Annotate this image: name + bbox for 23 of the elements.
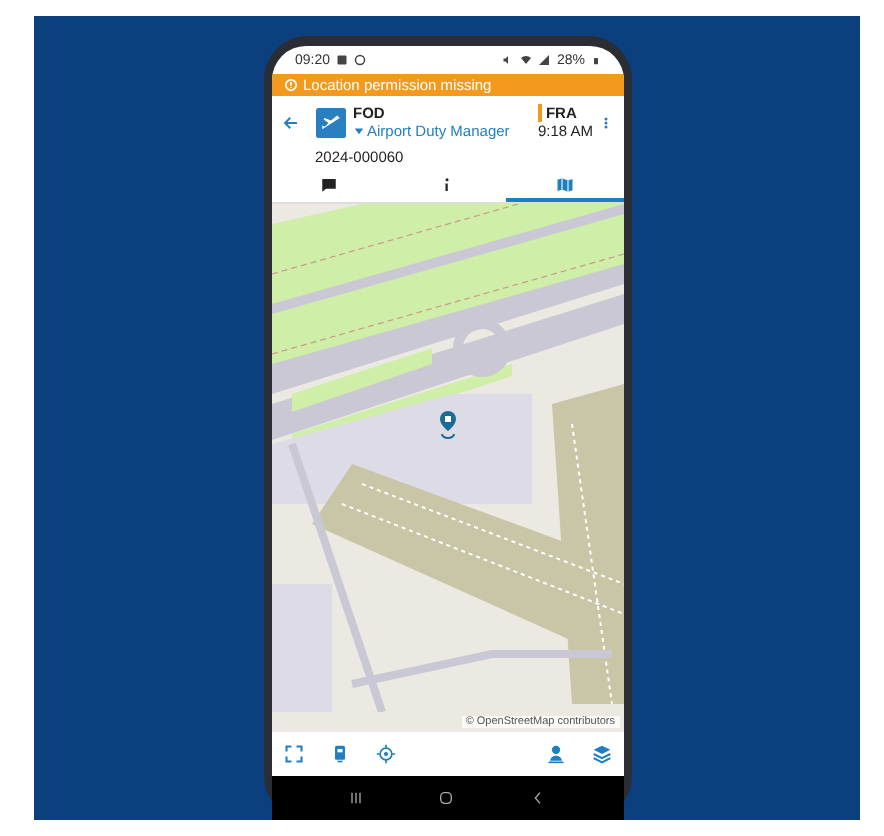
layers-button[interactable]	[591, 744, 611, 764]
back-icon[interactable]	[529, 790, 546, 806]
plane-tag-icon	[315, 107, 345, 137]
badge-icon	[329, 744, 349, 764]
crosshair-icon	[375, 744, 395, 764]
location-pin-icon	[435, 408, 459, 440]
battery-icon	[591, 53, 599, 67]
map-icon	[555, 175, 574, 193]
back-arrow-icon[interactable]	[281, 113, 299, 131]
alert-icon	[283, 78, 297, 92]
badge-button[interactable]	[329, 744, 349, 764]
person-pin-button[interactable]	[545, 744, 565, 764]
home-icon[interactable]	[438, 790, 455, 806]
wifi-icon	[520, 54, 533, 66]
caret-icon	[353, 126, 363, 136]
recent-apps-icon[interactable]	[348, 790, 365, 806]
signal-icon	[538, 54, 551, 66]
fullscreen-button[interactable]	[283, 744, 303, 764]
layers-icon	[591, 744, 611, 764]
person-icon	[545, 744, 565, 764]
locate-button[interactable]	[375, 744, 395, 764]
chat-icon	[320, 175, 339, 193]
fullscreen-icon	[283, 744, 303, 764]
